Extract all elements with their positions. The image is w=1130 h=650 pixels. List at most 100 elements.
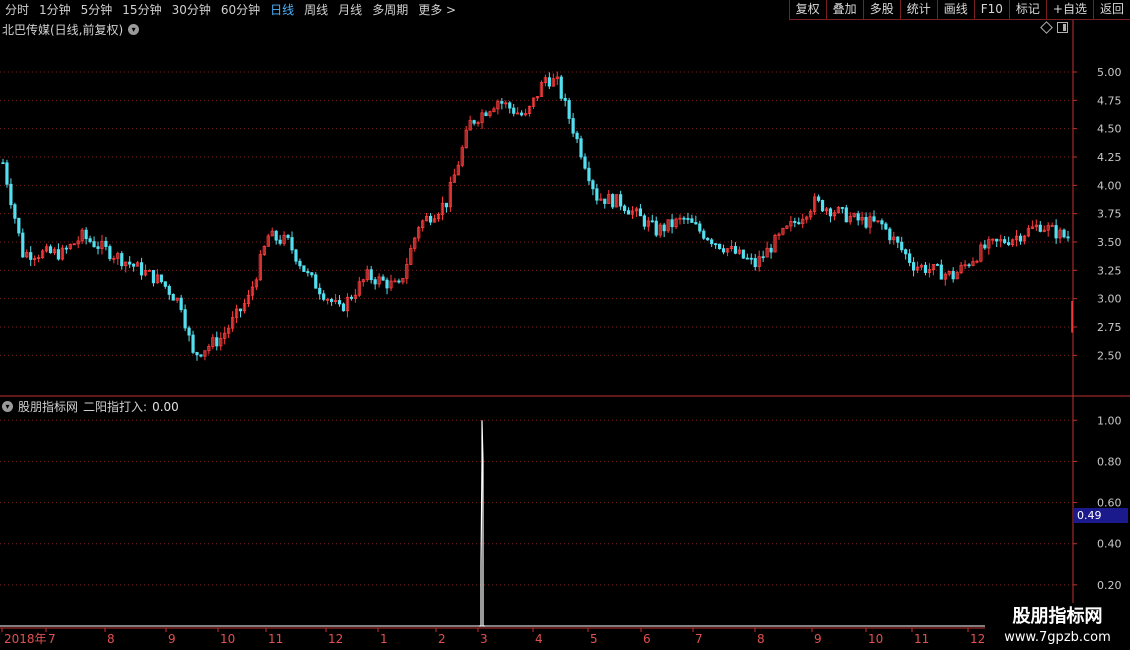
candle-body	[575, 132, 579, 140]
date-label: 3	[480, 632, 488, 646]
indicator-tick-label: 1.00	[1097, 414, 1122, 427]
candle-body	[195, 351, 199, 356]
candle-body	[179, 297, 183, 311]
candle-body	[341, 303, 346, 312]
price-tick-label: 4.50	[1097, 123, 1122, 136]
candle-body	[215, 337, 219, 347]
candle-body	[120, 253, 124, 267]
candle-body	[56, 249, 61, 260]
candle-body	[444, 202, 449, 208]
indicator-spike	[479, 420, 485, 627]
candle-body	[187, 327, 191, 336]
candle-body	[163, 281, 167, 287]
candle-body	[864, 216, 868, 228]
candle-body	[278, 239, 282, 244]
candle-body	[622, 205, 627, 212]
candle-body	[96, 246, 100, 249]
candle-body	[139, 262, 144, 276]
watermark-url: www.7gpzb.com	[1004, 630, 1111, 645]
candle-body	[935, 264, 939, 266]
candle-body	[694, 222, 698, 225]
price-tick-label: 4.75	[1097, 94, 1122, 107]
candle-body	[147, 269, 152, 272]
candle-body	[923, 264, 928, 273]
candle-body	[29, 252, 33, 260]
candle-body	[286, 234, 290, 238]
candle-body	[310, 272, 314, 276]
candle-body	[710, 239, 714, 245]
kline-chart[interactable]: 5.00 4.75 4.50 4.25 4.00 3.75 3.50 3.25 3.00 2.75…	[0, 0, 1130, 650]
candle-body	[753, 258, 757, 268]
candle-body	[733, 246, 738, 254]
candle-body	[662, 224, 666, 232]
date-label: 9	[168, 632, 176, 646]
candle-body	[670, 219, 674, 228]
candle-body	[904, 249, 908, 255]
candle-body	[191, 334, 195, 353]
candle-body	[951, 270, 955, 280]
candle-body	[571, 118, 575, 134]
candle-body	[302, 265, 306, 272]
candle-body	[769, 247, 773, 253]
candle-body	[128, 261, 132, 265]
candle-body	[298, 260, 302, 267]
date-label: 2018年	[4, 632, 47, 646]
candle-body	[5, 162, 9, 185]
candle-body	[17, 217, 21, 234]
candle-body	[591, 180, 595, 190]
price-tick-label: 3.50	[1097, 236, 1122, 249]
candle-body	[714, 243, 718, 246]
candle-body	[330, 298, 334, 303]
candle-body	[13, 204, 17, 219]
candle-body	[706, 237, 710, 241]
candle-body	[820, 200, 825, 212]
candle-body	[619, 194, 623, 207]
candle-body	[793, 221, 797, 223]
candle-body	[199, 354, 203, 357]
candle-body	[1038, 224, 1042, 232]
price-tick-label: 4.00	[1097, 179, 1122, 192]
date-label: 9	[814, 632, 822, 646]
candle-body	[682, 217, 686, 220]
candle-body	[238, 308, 243, 312]
candle-body	[626, 210, 631, 215]
candle-body	[856, 213, 860, 221]
candle-body	[650, 220, 654, 223]
indicator-tick-label: 0.80	[1097, 455, 1122, 468]
candle-body	[884, 223, 888, 230]
candle-body	[512, 107, 516, 114]
candle-body	[761, 256, 765, 259]
candle-body	[104, 240, 108, 247]
candle-body	[484, 112, 488, 117]
candle-body	[579, 138, 583, 158]
candle-body	[318, 287, 322, 295]
candle-body	[294, 249, 298, 262]
candle-body	[638, 208, 643, 217]
candle-body	[611, 194, 615, 208]
date-label: 11	[914, 632, 929, 646]
candle-body	[88, 238, 92, 242]
candle-body	[369, 269, 373, 281]
candle-body	[983, 244, 987, 249]
candle-body	[132, 263, 136, 267]
candle-body	[159, 274, 163, 283]
candle-body	[745, 257, 749, 260]
candle-body	[939, 264, 943, 280]
date-label: 10	[220, 632, 235, 646]
candle-body	[686, 218, 690, 220]
date-label: 7	[695, 632, 703, 646]
date-label: 2	[438, 632, 446, 646]
candle-body	[92, 241, 96, 248]
candle-body	[64, 247, 68, 250]
candle-body	[741, 249, 745, 259]
candle-body	[749, 257, 753, 260]
candle-body	[1066, 236, 1070, 239]
candle-body	[698, 223, 702, 232]
candle-body	[547, 77, 551, 87]
candle-body	[373, 279, 377, 285]
date-label: 10	[868, 632, 883, 646]
candle-body	[322, 293, 326, 300]
candle-body	[183, 309, 187, 329]
price-tick-label: 5.00	[1097, 66, 1122, 79]
candle-body	[1, 162, 5, 165]
